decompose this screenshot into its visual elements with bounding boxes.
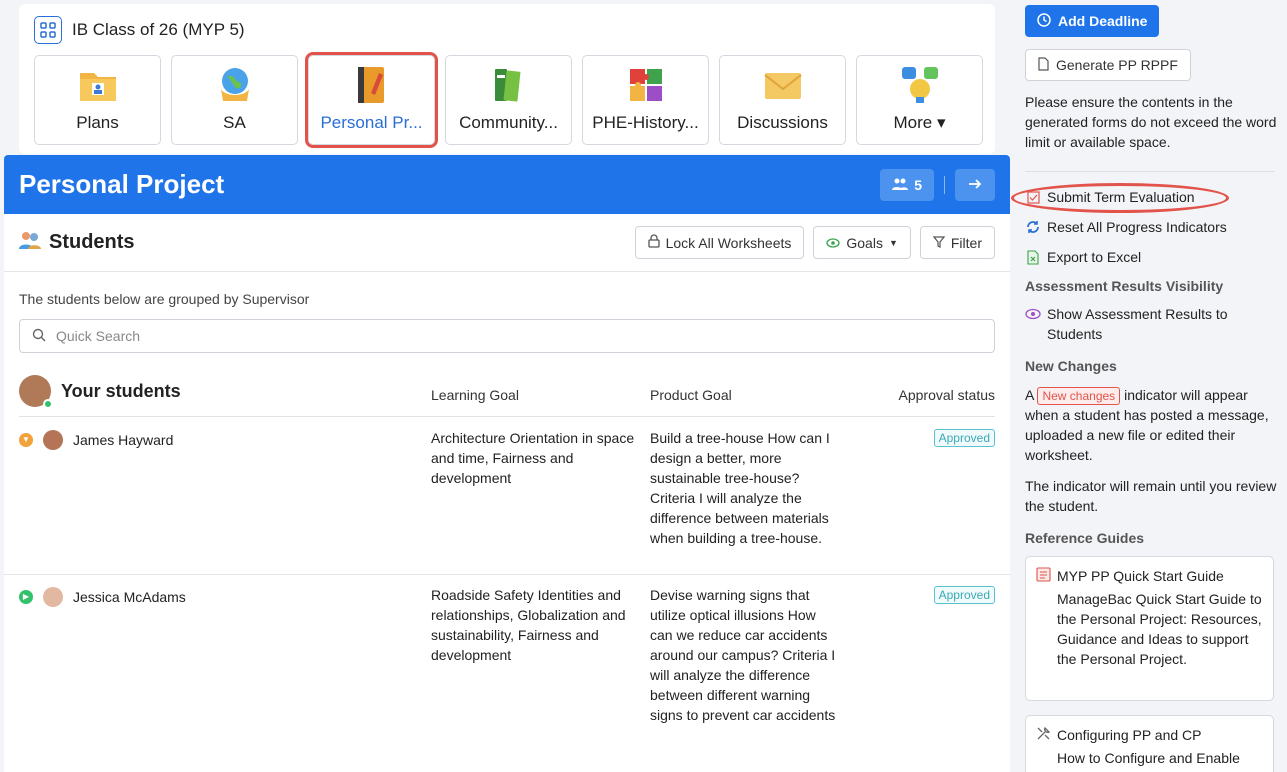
export-excel-link[interactable]: Export to Excel: [1025, 249, 1141, 265]
page-title: Personal Project: [19, 169, 225, 199]
avatar: [19, 375, 53, 409]
class-card: IB Class of 26 (MYP 5) Plans SA Personal…: [19, 4, 995, 154]
status-badge: Approved: [933, 586, 995, 604]
sidebar: Add Deadline Generate PP RPPF Please ens…: [1011, 0, 1287, 772]
arrow-right-icon: [968, 177, 982, 193]
members-button[interactable]: 5: [880, 168, 934, 201]
product-goal: Build a tree-house How can I design a be…: [650, 430, 830, 546]
hero-bar: Personal Project 5: [4, 155, 1010, 214]
divider: [1025, 171, 1275, 172]
table-row[interactable]: ▼ James Hayward Architecture Orientation…: [4, 418, 1010, 575]
quick-search-input[interactable]: Quick Search: [19, 319, 995, 353]
tile-sa[interactable]: SA: [171, 55, 298, 145]
online-indicator: [43, 399, 53, 409]
refresh-icon: [1025, 219, 1041, 235]
table-header: Your students Learning Goal Product Goal…: [19, 373, 995, 417]
personal-project-panel: Personal Project 5 Students Lock All Wor…: [4, 155, 1010, 772]
class-header[interactable]: IB Class of 26 (MYP 5): [34, 16, 245, 44]
excel-icon: [1025, 249, 1041, 265]
goals-dropdown[interactable]: Goals ▼: [813, 226, 911, 259]
visibility-heading: Assessment Results Visibility: [1025, 278, 1224, 294]
show-results-link[interactable]: Show Assessment Results to Students: [1025, 304, 1280, 344]
table-row[interactable]: ▶ Jessica McAdams Roadside Safety Identi…: [4, 575, 1010, 772]
globe-icon: [215, 65, 255, 105]
books-icon: [489, 65, 529, 105]
students-title: Students: [49, 231, 135, 253]
learning-goal: Roadside Safety Identities and relations…: [431, 587, 626, 663]
column-learning-goal: Learning Goal: [431, 387, 519, 403]
filter-button[interactable]: Filter: [919, 226, 995, 259]
submit-term-evaluation-link[interactable]: Submit Term Evaluation: [1025, 189, 1195, 205]
envelope-icon: [763, 65, 803, 105]
column-product-goal: Product Goal: [650, 387, 732, 403]
student-name[interactable]: Jessica McAdams: [73, 587, 186, 607]
caret-down-icon: ▼: [888, 237, 898, 248]
guide-icon: [1036, 567, 1051, 585]
member-count: 5: [914, 176, 922, 193]
tile-personal-project[interactable]: Personal Pr...: [305, 52, 438, 148]
student-name[interactable]: James Hayward: [73, 430, 173, 450]
new-changes-note: A New changes indicator will appear when…: [1025, 387, 1269, 463]
puzzle-icon: [626, 65, 666, 105]
eye-icon: [826, 235, 841, 251]
search-placeholder: Quick Search: [56, 328, 141, 344]
grid-icon: [34, 16, 62, 44]
grouped-note: The students below are grouped by Superv…: [19, 291, 310, 307]
notebook-icon: [352, 65, 392, 105]
ideas-icon: [900, 65, 940, 105]
product-goal: Devise warning signs that utilize optica…: [650, 587, 836, 723]
guide-card[interactable]: Configuring PP and CP How to Configure a…: [1025, 715, 1274, 772]
module-tiles: Plans SA Personal Pr... Community... PHE…: [34, 52, 983, 148]
folder-icon: [78, 65, 118, 105]
class-title: IB Class of 26 (MYP 5): [72, 20, 245, 39]
checkbox-icon: [1025, 189, 1041, 205]
pdf-icon: [1038, 56, 1049, 74]
new-changes-badge: New changes: [1037, 387, 1121, 405]
status-icon: ▼: [19, 433, 33, 447]
remain-note: The indicator will remain until you revi…: [1025, 478, 1277, 514]
separator: [944, 175, 945, 194]
flag-icon: ▶: [19, 590, 33, 604]
add-deadline-button[interactable]: Add Deadline: [1025, 5, 1160, 37]
tile-phe-history[interactable]: PHE-History...: [582, 55, 709, 145]
tile-discussions[interactable]: Discussions: [719, 55, 846, 145]
group-title: Your students: [61, 380, 181, 401]
tile-community[interactable]: Community...: [445, 55, 572, 145]
clock-icon: [1037, 12, 1051, 30]
guide-card[interactable]: MYP PP Quick Start Guide ManageBac Quick…: [1025, 556, 1274, 701]
next-button[interactable]: [955, 168, 995, 201]
avatar: [43, 430, 63, 450]
reset-progress-link[interactable]: Reset All Progress Indicators: [1025, 219, 1227, 235]
tools-icon: [1036, 726, 1051, 744]
learning-goal: Architecture Orientation in space and ti…: [431, 430, 635, 486]
tile-plans[interactable]: Plans: [34, 55, 161, 145]
students-icon: [19, 231, 41, 255]
avatar: [43, 587, 63, 607]
lock-icon: [647, 234, 660, 251]
eye-icon: [1025, 305, 1041, 344]
column-approval-status: Approval status: [898, 387, 996, 403]
search-icon: [32, 328, 46, 345]
status-badge: Approved: [933, 429, 995, 447]
generate-rppf-button[interactable]: Generate PP RPPF: [1025, 49, 1191, 81]
users-icon: [892, 177, 909, 193]
guides-heading: Reference Guides: [1025, 530, 1145, 546]
new-changes-heading: New Changes: [1025, 358, 1117, 374]
tile-more[interactable]: More ▾: [856, 55, 983, 145]
generate-note: Please ensure the contents in the genera…: [1025, 94, 1277, 150]
lock-all-worksheets-button[interactable]: Lock All Worksheets: [634, 226, 805, 259]
students-header: Students Lock All Worksheets Goals ▼ Fil…: [4, 214, 1010, 272]
filter-icon: [932, 235, 946, 251]
